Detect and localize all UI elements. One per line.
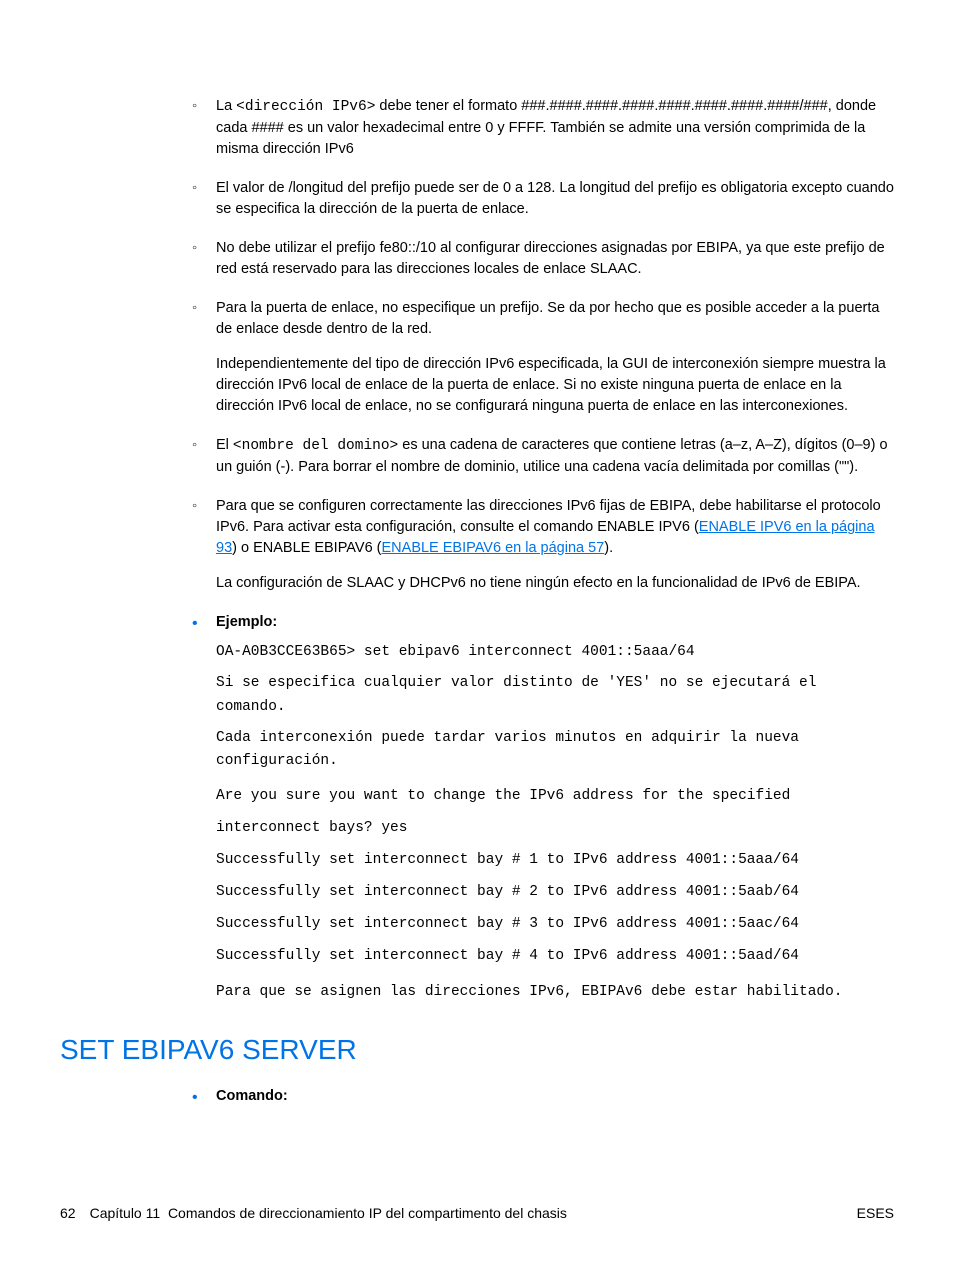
terminal-output: Si se especifica cualquier valor distint… xyxy=(216,672,894,718)
page-footer: 62 Capítulo 11 Comandos de direccionamie… xyxy=(60,1203,894,1223)
comando-label: Comando: xyxy=(216,1088,288,1104)
link-enable-ebipav6[interactable]: ENABLE EBIPAV6 en la página 57 xyxy=(382,540,605,556)
inline-code: <nombre del domino> xyxy=(233,438,398,454)
text: ) o ENABLE EBIPAV6 ( xyxy=(232,540,381,556)
terminal-output: Are you sure you want to change the IPv6… xyxy=(216,781,894,972)
text: ). xyxy=(604,540,613,556)
terminal-output: Cada interconexión puede tardar varios m… xyxy=(216,727,894,773)
footer-right: ESES xyxy=(857,1203,894,1223)
list-item: La <dirección IPv6> debe tener el format… xyxy=(216,96,894,160)
ejemplo-label: Ejemplo: xyxy=(216,614,277,630)
list-item: Para que se configuren correctamente las… xyxy=(216,496,894,594)
terminal-output: OA-A0B3CCE63B65> set ebipav6 interconnec… xyxy=(216,641,894,664)
text: El valor de /longitud del prefijo puede … xyxy=(216,180,894,217)
text: Para la puerta de enlace, no especifique… xyxy=(216,300,879,337)
paragraph: La configuración de SLAAC y DHCPv6 no ti… xyxy=(216,573,894,594)
text: No debe utilizar el prefijo fe80::/10 al… xyxy=(216,240,885,277)
nested-bullet-list: La <dirección IPv6> debe tener el format… xyxy=(180,96,894,594)
page-number: 62 xyxy=(60,1203,76,1223)
footer-left: 62 Capítulo 11 Comandos de direccionamie… xyxy=(60,1203,567,1223)
outer-bullet-list: Ejemplo: OA-A0B3CCE63B65> set ebipav6 in… xyxy=(180,612,894,1003)
list-item-comando: Comando: xyxy=(180,1086,894,1107)
list-item: El valor de /longitud del prefijo puede … xyxy=(216,178,894,220)
list-item: No debe utilizar el prefijo fe80::/10 al… xyxy=(216,238,894,280)
chapter-label: Capítulo 11 Comandos de direccionamiento… xyxy=(90,1203,567,1223)
list-item: El <nombre del domino> es una cadena de … xyxy=(216,435,894,478)
section-heading: SET EBIPAV6 SERVER xyxy=(60,1030,894,1071)
terminal-output: Para que se asignen las direcciones IPv6… xyxy=(216,981,894,1004)
paragraph: Independientemente del tipo de dirección… xyxy=(216,354,894,417)
outer-bullet-list-2: Comando: xyxy=(180,1086,894,1107)
text: El xyxy=(216,437,233,453)
list-item: Para la puerta de enlace, no especifique… xyxy=(216,298,894,417)
text: La xyxy=(216,98,236,114)
page-content: La <dirección IPv6> debe tener el format… xyxy=(60,96,894,1107)
list-item-ejemplo: Ejemplo: OA-A0B3CCE63B65> set ebipav6 in… xyxy=(180,612,894,1003)
inline-code: <dirección IPv6> xyxy=(236,99,375,115)
